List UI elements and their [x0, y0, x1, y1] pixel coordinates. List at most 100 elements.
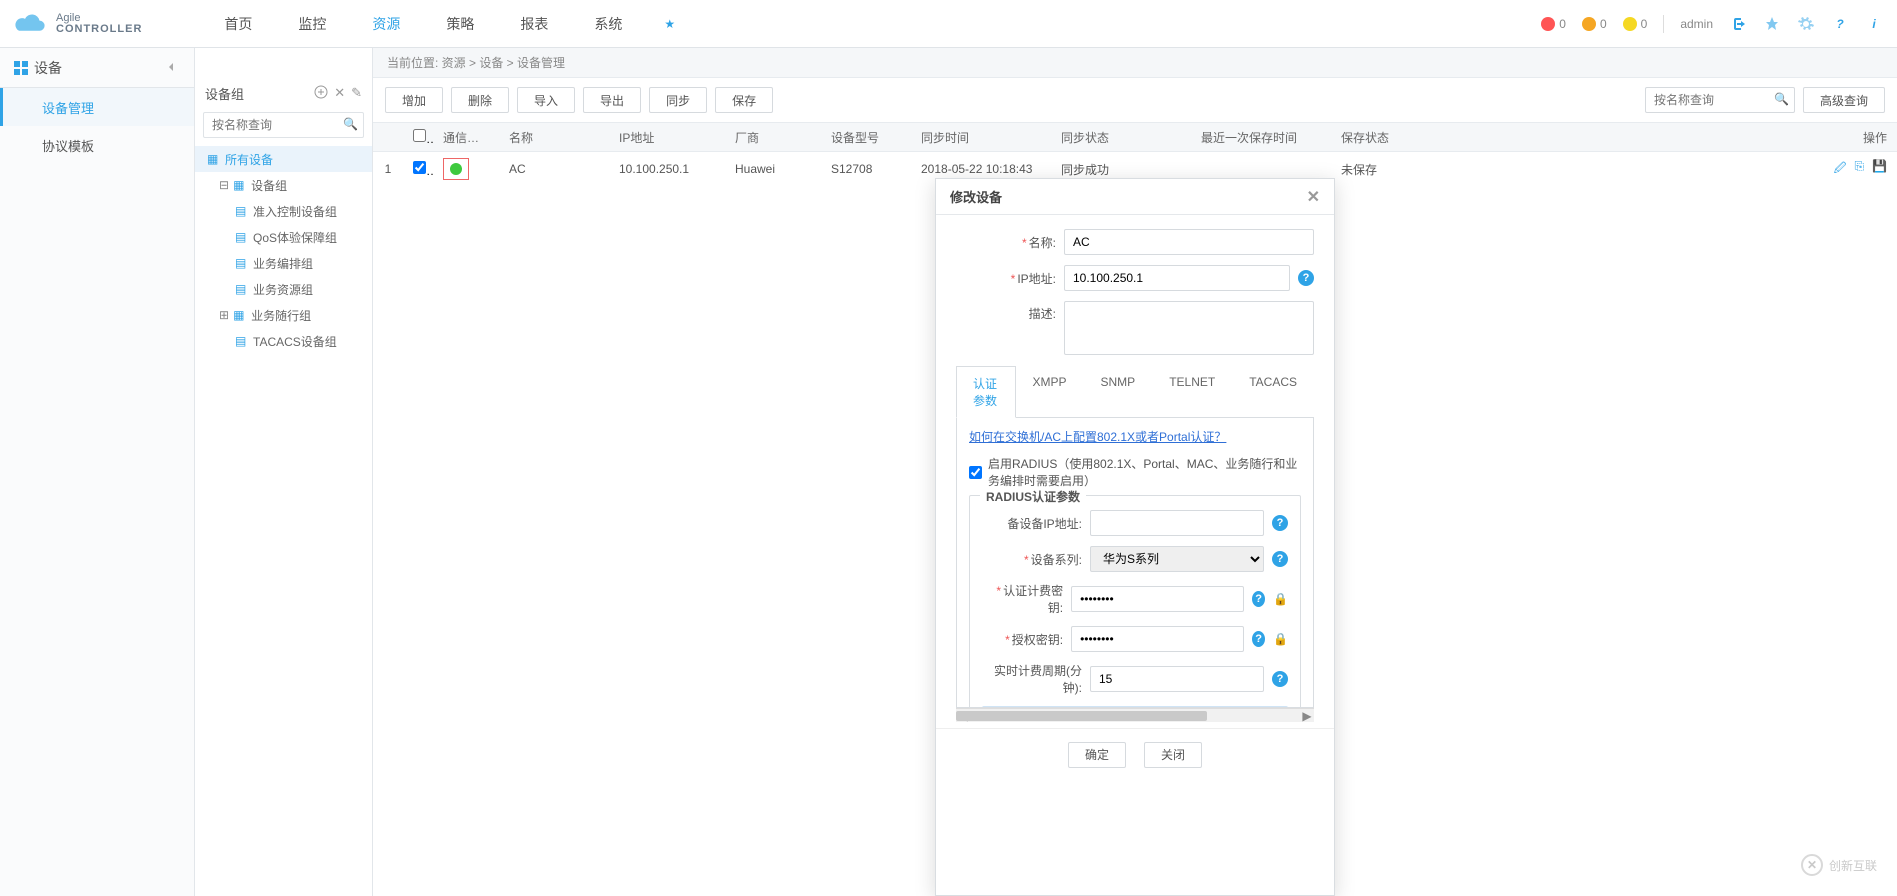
ok-button[interactable]: 确定: [1068, 742, 1126, 768]
search-icon[interactable]: 🔍: [1774, 92, 1789, 106]
radius-enable-checkbox[interactable]: [969, 466, 982, 479]
horizontal-scrollbar[interactable]: ◀ ▶: [956, 708, 1314, 722]
help-icon[interactable]: ?: [1272, 671, 1288, 687]
top-bar: Agile CONTROLLER 首页 监控 资源 策略 报表 系统 ★ 0 0…: [0, 0, 1897, 48]
radius-fieldset: RADIUS认证参数 备设备IP地址: ? *设备系列: 华为S系列 ?: [969, 495, 1301, 708]
sidebar-item-device-mgmt[interactable]: 设备管理: [0, 88, 194, 126]
col-model[interactable]: 设备型号: [821, 129, 911, 146]
star-icon[interactable]: ★: [646, 0, 693, 48]
tab-tacacs[interactable]: TACACS: [1232, 366, 1314, 418]
tree-edit-icon[interactable]: ✎: [351, 85, 362, 102]
search-icon[interactable]: 🔍: [343, 117, 358, 131]
tree-node-freemobility[interactable]: ⊞▦业务随行组: [195, 302, 372, 328]
tab-xmpp[interactable]: XMPP: [1016, 366, 1084, 418]
tree-delete-icon[interactable]: ✕: [334, 85, 345, 102]
advanced-search-button[interactable]: 高级查询: [1803, 87, 1885, 113]
scroll-thumb[interactable]: [956, 711, 1207, 721]
auth-key-input[interactable]: [1071, 626, 1244, 652]
watermark-text: 创新互联: [1829, 857, 1877, 874]
help-link[interactable]: 如何在交换机/AC上配置802.1X或者Portal认证？: [969, 430, 1226, 444]
grid-search-input[interactable]: [1645, 87, 1795, 113]
col-save-status[interactable]: 保存状态: [1331, 129, 1471, 146]
nav-policy[interactable]: 策略: [424, 0, 496, 48]
desc-input[interactable]: [1064, 301, 1314, 355]
col-comm-status[interactable]: 通信状态: [433, 129, 499, 146]
nav-monitor[interactable]: 监控: [276, 0, 348, 48]
op-copy-icon[interactable]: ⎘: [1854, 159, 1864, 180]
cancel-button[interactable]: 关闭: [1144, 742, 1202, 768]
col-op: 操作: [1471, 129, 1897, 146]
pin-icon[interactable]: [1763, 15, 1781, 33]
help-icon[interactable]: ?: [1252, 591, 1265, 607]
import-button[interactable]: 导入: [517, 87, 575, 113]
user-name[interactable]: admin: [1680, 17, 1713, 31]
help-icon[interactable]: ?: [1272, 515, 1288, 531]
nav-report[interactable]: 报表: [498, 0, 570, 48]
modal-title: 修改设备: [950, 187, 1002, 206]
delete-button[interactable]: 删除: [451, 87, 509, 113]
help-icon[interactable]: ?: [1831, 15, 1849, 33]
tree-search-input[interactable]: [203, 112, 364, 138]
lock-icon[interactable]: 🔒: [1273, 632, 1288, 646]
tree-node-all-devices[interactable]: ▦所有设备: [195, 146, 372, 172]
tree-node-tacacs[interactable]: ▤TACACS设备组: [195, 328, 372, 354]
row-checkbox[interactable]: [413, 161, 426, 174]
col-vendor[interactable]: 厂商: [725, 129, 821, 146]
add-button[interactable]: 增加: [385, 87, 443, 113]
tree-search: 🔍: [203, 112, 364, 138]
col-name[interactable]: 名称: [499, 129, 609, 146]
grid-select-all[interactable]: [413, 129, 426, 142]
collapse-icon[interactable]: [164, 60, 180, 76]
settings-icon[interactable]: [1797, 15, 1815, 33]
cell-name: AC: [499, 162, 609, 176]
tree-node-access-control[interactable]: ▤准入控制设备组: [195, 198, 372, 224]
realtime-input[interactable]: [1090, 666, 1264, 692]
info-icon[interactable]: i: [1865, 15, 1883, 33]
scroll-right-icon[interactable]: ▶: [1300, 709, 1314, 723]
modal-header: 修改设备 ✕: [936, 179, 1334, 215]
name-input[interactable]: [1064, 229, 1314, 255]
nav-home[interactable]: 首页: [202, 0, 274, 48]
alarm-major[interactable]: 0: [1582, 17, 1607, 31]
help-icon[interactable]: ?: [1252, 631, 1265, 647]
col-sync-time[interactable]: 同步时间: [911, 129, 1051, 146]
col-ip[interactable]: IP地址: [609, 129, 725, 146]
modal-tabs: 认证参数 XMPP SNMP TELNET TACACS: [956, 365, 1314, 418]
sync-button[interactable]: 同步: [649, 87, 707, 113]
sidebar-item-protocol-tpl[interactable]: 协议模板: [0, 126, 194, 164]
export-button[interactable]: 导出: [583, 87, 641, 113]
logo: Agile CONTROLLER: [14, 12, 142, 36]
fieldset-legend: RADIUS认证参数: [980, 488, 1086, 505]
radius-enable-label: 启用RADIUS（使用802.1X、Portal、MAC、业务随行和业务编排时需…: [988, 455, 1301, 489]
backup-ip-input[interactable]: [1090, 510, 1264, 536]
op-save-icon[interactable]: 💾: [1872, 159, 1887, 180]
help-icon[interactable]: ?: [1272, 551, 1288, 567]
nav-resource[interactable]: 资源: [350, 0, 422, 48]
tree-node-device-group[interactable]: ⊟▦设备组: [195, 172, 372, 198]
grid-search: 🔍: [1645, 87, 1795, 113]
series-select[interactable]: 华为S系列: [1090, 546, 1264, 572]
acct-key-input[interactable]: [1071, 586, 1244, 612]
logout-icon[interactable]: [1729, 15, 1747, 33]
lock-icon[interactable]: 🔒: [1273, 592, 1288, 606]
tab-telnet[interactable]: TELNET: [1152, 366, 1232, 418]
col-sync-status[interactable]: 同步状态: [1051, 129, 1191, 146]
tab-snmp[interactable]: SNMP: [1084, 366, 1153, 418]
tab-auth[interactable]: 认证参数: [956, 366, 1016, 418]
nav-system[interactable]: 系统: [572, 0, 644, 48]
close-icon[interactable]: ✕: [1307, 187, 1320, 207]
tree-node-resource[interactable]: ▤业务资源组: [195, 276, 372, 302]
op-edit-icon[interactable]: 🖉: [1834, 159, 1847, 180]
comm-status-indicator: [443, 158, 469, 180]
help-icon[interactable]: ?: [1298, 270, 1314, 286]
alarm-minor[interactable]: 0: [1623, 17, 1648, 31]
alarm-critical[interactable]: 0: [1541, 17, 1566, 31]
tab-pane-auth: 如何在交换机/AC上配置802.1X或者Portal认证？ 启用RADIUS（使…: [956, 418, 1314, 708]
save-button[interactable]: 保存: [715, 87, 773, 113]
tree-node-qos[interactable]: ▤QoS体验保障组: [195, 224, 372, 250]
col-last-save[interactable]: 最近一次保存时间: [1191, 129, 1331, 146]
ip-input[interactable]: [1064, 265, 1290, 291]
device-grid: 通信状态 名称 IP地址 厂商 设备型号 同步时间 同步状态 最近一次保存时间 …: [373, 122, 1897, 186]
tree-add-icon[interactable]: [314, 85, 328, 102]
tree-node-orchestration[interactable]: ▤业务编排组: [195, 250, 372, 276]
